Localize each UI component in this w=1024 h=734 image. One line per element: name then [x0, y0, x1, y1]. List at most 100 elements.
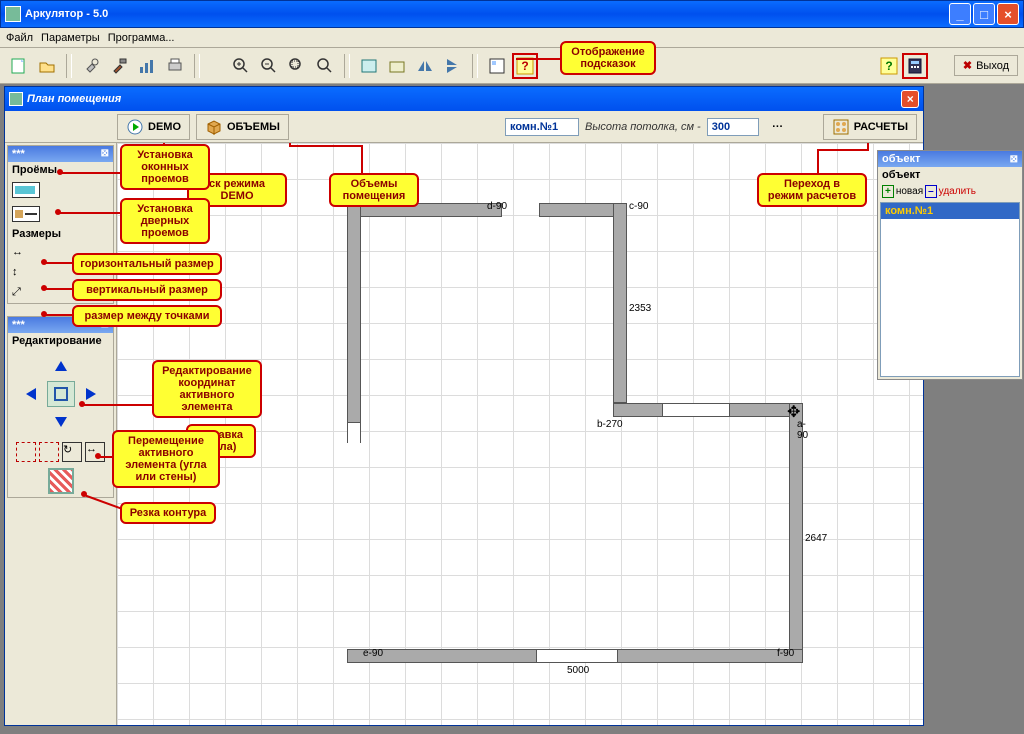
floorplan: ✥ d-90 c-90 2353 b-270 a-90 2647 e-90 f-…: [227, 203, 807, 683]
door-opening-tool[interactable]: [8, 202, 113, 226]
dim-h-icon: ↔: [12, 246, 23, 258]
rotate-tool[interactable]: ↻: [62, 442, 82, 462]
mdi-area: Отображение подсказок План помещения × D…: [0, 84, 1024, 734]
label-c90: c-90: [629, 201, 648, 212]
plan-titlebar: План помещения ×: [5, 87, 923, 111]
exit-label: Выход: [976, 60, 1009, 72]
calc-label: РАСЧЕТЫ: [854, 121, 908, 133]
edit-coords-button[interactable]: [47, 381, 75, 407]
calc-icon[interactable]: [902, 53, 928, 79]
tool-print-icon[interactable]: [162, 53, 188, 79]
exit-button[interactable]: ✖ Выход: [954, 55, 1018, 76]
tool-wrench-icon[interactable]: [78, 53, 104, 79]
callout-tooltip-toggle: Отображение подсказок: [560, 41, 656, 75]
zoom-fit-icon[interactable]: [312, 53, 338, 79]
dimensions-title: Размеры: [8, 226, 113, 242]
dim-v-icon: ↕: [12, 266, 18, 278]
minus-icon: –: [925, 185, 937, 198]
maximize-button[interactable]: □: [973, 3, 995, 25]
layer-2-icon[interactable]: [384, 53, 410, 79]
cut-contour-tool[interactable]: [48, 468, 74, 494]
editing-palette: *** ⊠ Редактирование: [7, 316, 114, 498]
volumes-button[interactable]: ОБЪЕМЫ: [196, 114, 289, 140]
move-up-button[interactable]: [47, 353, 75, 379]
move-down-button[interactable]: [47, 409, 75, 435]
window-opening-icon: [12, 182, 40, 198]
abacus-icon: [832, 118, 850, 136]
plan-title-text: План помещения: [27, 93, 121, 105]
room-name-input[interactable]: [505, 118, 579, 136]
tool-open-icon[interactable]: [34, 53, 60, 79]
move-left-button[interactable]: [17, 381, 45, 407]
window-controls: _ □ ×: [949, 3, 1019, 25]
editing-title: Редактирование: [8, 333, 113, 349]
object-panel: объект ⊠ объект + новая – удалить комн.№…: [877, 150, 1023, 380]
main-titlebar: Аркулятор - 5.0 _ □ ×: [0, 0, 1024, 28]
main-toolbar: ? ? ✖ Выход: [0, 48, 1024, 84]
volumes-label: ОБЪЕМЫ: [227, 121, 280, 133]
play-icon: [126, 118, 144, 136]
object-panel-close-icon[interactable]: ⊠: [1010, 154, 1018, 165]
help-icon[interactable]: ?: [876, 53, 902, 79]
menu-file[interactable]: Файл: [6, 32, 33, 44]
plus-icon: +: [882, 185, 894, 198]
layer-1-icon[interactable]: [356, 53, 382, 79]
openings-header[interactable]: *** ⊠: [8, 146, 113, 162]
label-f90: f-90: [777, 648, 794, 659]
tooltip-toggle-icon[interactable]: ?: [512, 53, 538, 79]
window-icon[interactable]: [484, 53, 510, 79]
mirror-h-icon[interactable]: [412, 53, 438, 79]
palette-close-icon[interactable]: ⊠: [101, 148, 109, 160]
mirror-tool[interactable]: ↔: [85, 442, 105, 462]
callout-cut-contour: Резка контура: [120, 502, 216, 524]
object-delete-button[interactable]: – удалить: [925, 185, 976, 198]
object-list[interactable]: комн.№1: [880, 202, 1020, 377]
left-palette: *** ⊠ Проёмы Размеры ↔ ↕: [5, 143, 117, 725]
mirror-v-icon[interactable]: [440, 53, 466, 79]
callout-calc: Переход в режим расчетов: [757, 173, 867, 207]
menu-params[interactable]: Параметры: [41, 32, 100, 44]
tool-hammer-icon[interactable]: [106, 53, 132, 79]
object-panel-header[interactable]: объект ⊠: [878, 151, 1022, 167]
object-new-button[interactable]: + новая: [882, 185, 923, 198]
zoom-in-icon[interactable]: [228, 53, 254, 79]
object-list-item[interactable]: комн.№1: [881, 203, 1019, 219]
callout-move-active: Перемещение активного элемента (угла или…: [112, 430, 220, 488]
object-panel-sub: объект: [878, 167, 1022, 183]
cube-icon: [205, 118, 223, 136]
tool-new-icon[interactable]: [6, 53, 32, 79]
close-button[interactable]: ×: [997, 3, 1019, 25]
door-opening-icon: [12, 206, 40, 222]
label-a90: a-90: [797, 419, 808, 441]
callout-edit-coords: Редактирование координат активного элеме…: [152, 360, 262, 418]
demo-label: DEMO: [148, 121, 181, 133]
app-title: Аркулятор - 5.0: [25, 8, 108, 20]
label-b270: b-270: [597, 419, 623, 430]
calc-button[interactable]: РАСЧЕТЫ: [823, 114, 917, 140]
delete-corner-tool[interactable]: [39, 442, 59, 462]
ceiling-label: Высота потолка, см -: [585, 121, 701, 133]
ceiling-height-input[interactable]: [707, 118, 759, 136]
callout-dim-v: вертикальный размер: [72, 279, 222, 301]
demo-button[interactable]: DEMO: [117, 114, 190, 140]
plan-toolbar: DEMO ОБЪЕМЫ Высота потолка, см - ··· РАС…: [5, 111, 923, 143]
ellipsis-button[interactable]: ···: [765, 114, 791, 140]
plan-close-button[interactable]: ×: [901, 90, 919, 108]
callout-volumes: Объемы помещения: [329, 173, 419, 207]
window-opening-tool[interactable]: [8, 178, 113, 202]
callout-door-opening: Установка дверных проемов: [120, 198, 210, 244]
menu-program[interactable]: Программа...: [108, 32, 175, 44]
label-2353: 2353: [629, 303, 651, 314]
callout-dim-pts: размер между точками: [72, 305, 222, 327]
insert-corner-tool[interactable]: [16, 442, 36, 462]
minimize-button[interactable]: _: [949, 3, 971, 25]
label-d90: d-90: [487, 201, 507, 212]
tool-chart-icon[interactable]: [134, 53, 160, 79]
dim-pts-icon: ⤢: [12, 286, 21, 299]
callout-window-opening: Установка оконных проемов: [120, 144, 210, 190]
menubar: Файл Параметры Программа...: [0, 28, 1024, 48]
label-5000: 5000: [567, 665, 589, 676]
zoom-out-icon[interactable]: [256, 53, 282, 79]
label-e90: e-90: [363, 648, 383, 659]
zoom-window-icon[interactable]: [284, 53, 310, 79]
